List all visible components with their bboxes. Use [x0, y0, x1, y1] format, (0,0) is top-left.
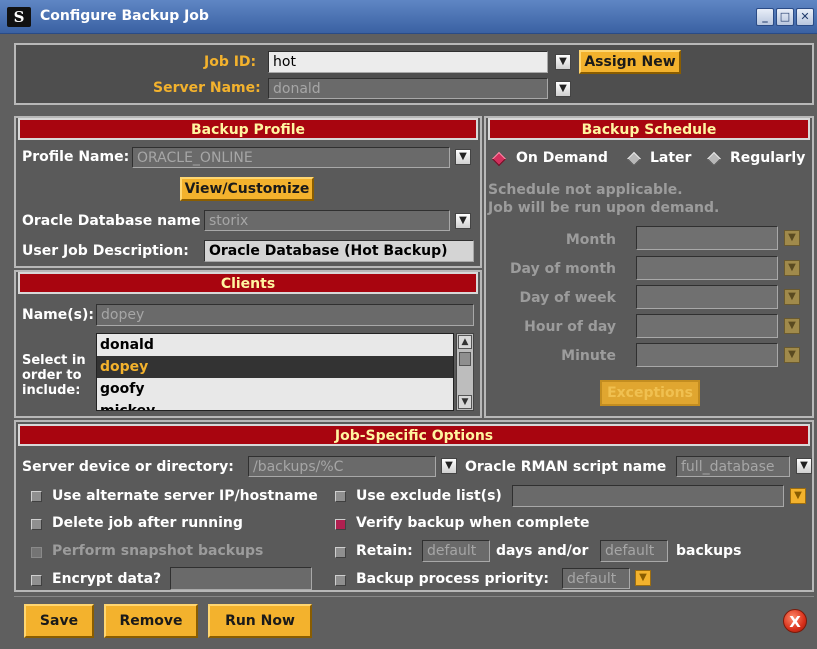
- server-device-label: Server device or directory:: [22, 459, 234, 475]
- close-circle-icon[interactable]: X: [783, 609, 807, 633]
- encrypt-key-field: [170, 567, 312, 590]
- backup-profile-header: Backup Profile: [18, 118, 478, 140]
- job-options-header: Job-Specific Options: [18, 424, 810, 446]
- schedule-note-line1: Schedule not applicable.: [488, 182, 683, 198]
- priority-dropdown-chevron-down-icon[interactable]: ▼: [635, 570, 651, 586]
- retain-days-suffix: days and/or: [496, 543, 589, 559]
- day-of-month-field: [636, 256, 778, 280]
- server-device-dropdown-chevron-down-icon[interactable]: ▼: [441, 458, 457, 474]
- client-list-item[interactable]: mickey: [97, 400, 453, 410]
- regularly-label: Regularly: [730, 150, 806, 166]
- day-of-week-field: [636, 285, 778, 309]
- scroll-thumb[interactable]: [459, 352, 471, 366]
- delete-job-checkbox[interactable]: [31, 519, 42, 530]
- job-id-input[interactable]: hot: [268, 51, 548, 73]
- client-list-item[interactable]: donald: [97, 334, 453, 356]
- server-device-field: /backups/%C: [248, 456, 436, 477]
- job-id-dropdown-chevron-down-icon[interactable]: ▼: [555, 54, 571, 70]
- oracle-database-name-field: storix: [204, 210, 450, 231]
- delete-job-label: Delete job after running: [52, 515, 243, 531]
- minimize-button[interactable]: _: [756, 8, 774, 26]
- window-close-button[interactable]: ✕: [796, 8, 814, 26]
- profile-name-dropdown-chevron-down-icon[interactable]: ▼: [455, 149, 471, 165]
- client-names-field: dopey: [96, 304, 474, 326]
- assign-new-button[interactable]: Assign New: [579, 50, 681, 74]
- remove-button[interactable]: Remove: [104, 604, 198, 638]
- month-label: Month: [565, 232, 616, 248]
- scroll-down-arrow-icon[interactable]: ▼: [458, 395, 472, 409]
- retain-backups-suffix: backups: [676, 543, 742, 559]
- app-logo-icon: S: [7, 7, 31, 27]
- priority-label: Backup process priority:: [356, 571, 549, 587]
- profile-name-field: ORACLE_ONLINE: [132, 147, 450, 168]
- profile-name-label: Profile Name:: [22, 149, 130, 165]
- verify-backup-checkbox[interactable]: [335, 519, 346, 530]
- save-button[interactable]: Save: [24, 604, 94, 638]
- user-job-description-label: User Job Description:: [22, 243, 189, 259]
- retain-label: Retain:: [356, 543, 413, 559]
- minute-label: Minute: [561, 348, 616, 364]
- scroll-up-arrow-icon[interactable]: ▲: [458, 335, 472, 349]
- minute-field: [636, 343, 778, 367]
- exclude-list-checkbox[interactable]: [335, 491, 346, 502]
- snapshot-label: Perform snapshot backups: [52, 543, 264, 559]
- exclude-list-dropdown-chevron-down-icon[interactable]: ▼: [790, 488, 806, 504]
- select-label-line2: order to: [22, 368, 82, 383]
- select-label-line1: Select in: [22, 353, 86, 368]
- day-of-week-label: Day of week: [519, 290, 616, 306]
- server-name-label: Server Name:: [153, 80, 261, 96]
- hour-of-day-label: Hour of day: [524, 319, 616, 335]
- rman-script-label: Oracle RMAN script name: [465, 459, 667, 475]
- day-of-week-dropdown-chevron-down-icon[interactable]: ▼: [784, 289, 800, 305]
- window-title: Configure Backup Job: [40, 8, 209, 24]
- exclude-list-label: Use exclude list(s): [356, 488, 502, 504]
- client-names-label: Name(s):: [22, 307, 94, 323]
- encrypt-checkbox[interactable]: [31, 575, 42, 586]
- clients-header: Clients: [18, 272, 478, 294]
- server-name-field: donald: [268, 78, 548, 99]
- backup-schedule-header: Backup Schedule: [488, 118, 810, 140]
- day-of-month-label: Day of month: [509, 261, 616, 277]
- later-label: Later: [650, 150, 692, 166]
- hour-of-day-dropdown-chevron-down-icon[interactable]: ▼: [784, 318, 800, 334]
- user-job-description-input[interactable]: Oracle Database (Hot Backup): [204, 240, 474, 262]
- oracle-database-dropdown-chevron-down-icon[interactable]: ▼: [455, 213, 471, 229]
- schedule-note-line2: Job will be run upon demand.: [488, 200, 720, 216]
- job-id-label: Job ID:: [204, 54, 257, 70]
- priority-field: default: [562, 568, 630, 589]
- client-list-item-selected[interactable]: dopey: [97, 356, 453, 378]
- on-demand-label: On Demand: [516, 150, 608, 166]
- server-name-dropdown-chevron-down-icon[interactable]: ▼: [555, 81, 571, 97]
- alt-ip-label: Use alternate server IP/hostname: [52, 488, 318, 504]
- client-list-item[interactable]: goofy: [97, 378, 453, 400]
- retain-days-field: default: [422, 540, 490, 562]
- retain-checkbox[interactable]: [335, 547, 346, 558]
- window-titlebar: S Configure Backup Job _ □ ✕: [0, 0, 817, 34]
- exclude-list-field: [512, 485, 784, 507]
- rman-script-field: full_database: [676, 456, 790, 477]
- snapshot-checkbox[interactable]: [31, 547, 42, 558]
- select-in-order-label: Select in order to include:: [22, 353, 86, 398]
- clients-scrollbar[interactable]: ▲ ▼: [456, 333, 474, 411]
- day-of-month-dropdown-chevron-down-icon[interactable]: ▼: [784, 260, 800, 276]
- alt-ip-checkbox[interactable]: [31, 491, 42, 502]
- verify-backup-label: Verify backup when complete: [356, 515, 590, 531]
- maximize-button[interactable]: □: [776, 8, 794, 26]
- clients-list[interactable]: donald dopey goofy mickey: [96, 333, 454, 411]
- oracle-database-name-label: Oracle Database name: [22, 213, 201, 229]
- retain-backups-field: default: [600, 540, 668, 562]
- priority-checkbox[interactable]: [335, 575, 346, 586]
- view-customize-button[interactable]: View/Customize: [180, 177, 314, 201]
- month-field: [636, 226, 778, 250]
- encrypt-label: Encrypt data?: [52, 571, 162, 587]
- run-now-button[interactable]: Run Now: [208, 604, 312, 638]
- month-dropdown-chevron-down-icon[interactable]: ▼: [784, 230, 800, 246]
- select-label-line3: include:: [22, 383, 81, 398]
- hour-of-day-field: [636, 314, 778, 338]
- minute-dropdown-chevron-down-icon[interactable]: ▼: [784, 347, 800, 363]
- rman-script-dropdown-chevron-down-icon[interactable]: ▼: [796, 458, 812, 474]
- exceptions-button[interactable]: Exceptions: [600, 380, 700, 406]
